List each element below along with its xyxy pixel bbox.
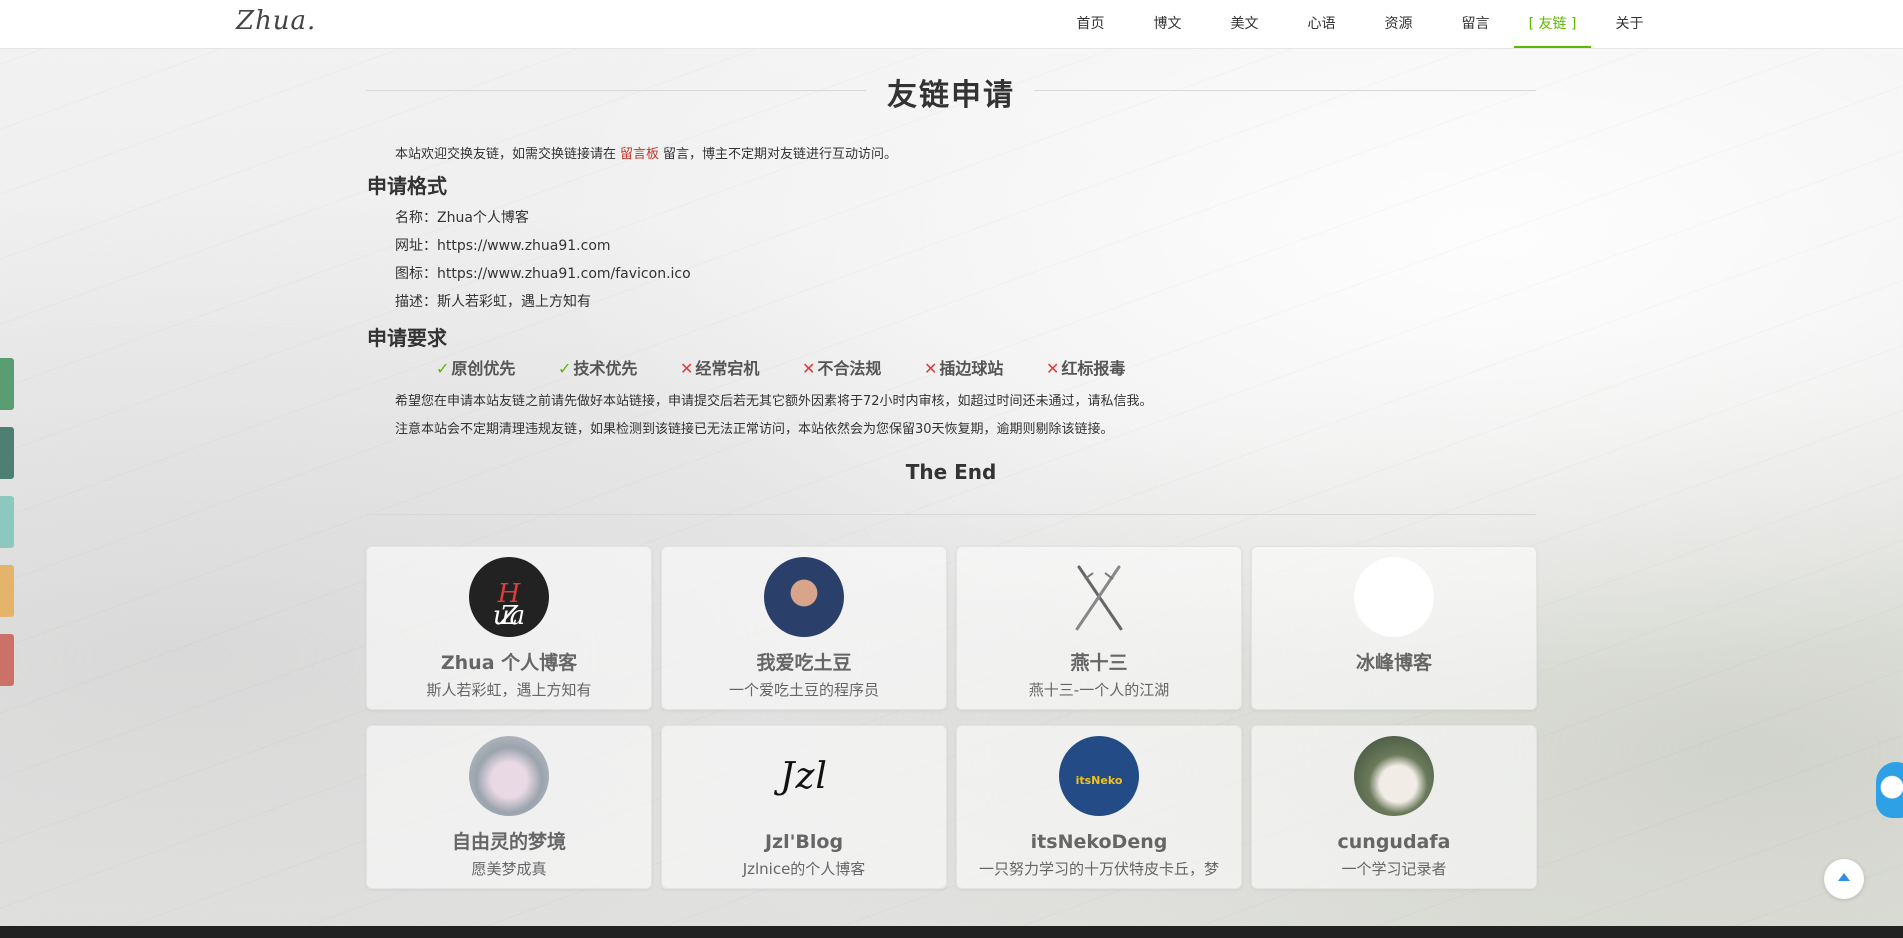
nav-resources[interactable]: 资源: [1360, 0, 1437, 48]
review-note: 希望您在申请本站友链之前请先做好本站链接，申请提交后若无其它额外因素将于72小时…: [395, 394, 1153, 409]
card-name: Zhua 个人博客: [440, 652, 578, 674]
nav-essays[interactable]: 美文: [1206, 0, 1283, 48]
main-nav: 首页 博文 美文 心语 资源 留言 [ 友链 ] 关于: [1052, 0, 1668, 48]
card-name: 燕十三: [1070, 652, 1128, 674]
card-name: 我爱吃土豆: [756, 652, 852, 674]
card-name: itsNekoDeng: [1030, 831, 1168, 853]
card-desc: 一只努力学习的十万伏特皮卡丘，梦: [978, 860, 1219, 878]
page-title: 友链申请: [887, 78, 1015, 113]
friend-card[interactable]: itsNeko itsNekoDeng 一只努力学习的十万伏特皮卡丘，梦: [956, 725, 1242, 889]
format-url: 网址：https://www.zhua91.com: [395, 232, 1536, 260]
requirement-item: ✕ 插边球站: [924, 356, 1046, 382]
side-tab-1[interactable]: [0, 358, 14, 410]
zhua-logo-avatar: Z Hua: [469, 557, 549, 637]
format-value: 斯人若彩虹，遇上方知有: [437, 294, 591, 310]
end-divider: [366, 514, 1536, 515]
format-value: https://www.zhua91.com/favicon.ico: [437, 266, 691, 282]
itsneko-logo-text: itsNeko: [1075, 774, 1123, 787]
format-value: Zhua个人博客: [437, 210, 529, 226]
friend-card[interactable]: cungudafa 一个学习记录者: [1251, 725, 1537, 889]
friend-card[interactable]: 我爱吃土豆 一个爱吃土豆的程序员: [661, 546, 947, 710]
card-desc: 一个学习记录者: [1341, 860, 1447, 878]
format-key: 名称：: [395, 210, 437, 226]
card-name: 冰峰博客: [1355, 652, 1432, 674]
side-tab-5[interactable]: [0, 634, 14, 686]
potato-avatar: [764, 557, 844, 637]
check-icon: ✓: [558, 359, 572, 378]
intro-text: 本站欢迎交换友链，如需交换链接请在 留言板 留言，博主不定期对友链进行互动访问。: [395, 146, 1536, 164]
card-name: 自由灵的梦境: [451, 831, 566, 853]
requirement-label: 经常宕机: [695, 359, 760, 378]
side-tab-2[interactable]: [0, 427, 14, 479]
requirement-item: ✕ 经常宕机: [680, 356, 802, 382]
intro-before: 本站欢迎交换友链，如需交换链接请在: [395, 147, 617, 162]
format-value: https://www.zhua91.com: [437, 238, 611, 254]
anime-avatar: [469, 736, 549, 816]
friend-card[interactable]: 冰峰博客: [1251, 546, 1537, 710]
format-key: 网址：: [395, 238, 437, 254]
requirement-label: 技术优先: [573, 359, 638, 378]
requirement-label: 不合法规: [817, 359, 882, 378]
card-desc: 一个爱吃土豆的程序员: [728, 681, 879, 699]
guestbook-link[interactable]: 留言板: [620, 147, 659, 162]
nav-about[interactable]: 关于: [1591, 0, 1668, 48]
friend-card[interactable]: 自由灵的梦境 愿美梦成真: [366, 725, 652, 889]
requirement-item: ✓ 技术优先: [558, 356, 680, 382]
format-key: 图标：: [395, 266, 437, 282]
card-desc: Jzlnice的个人博客: [742, 860, 866, 878]
requirements-heading: 申请要求: [367, 326, 447, 350]
requirement-label: 原创优先: [451, 359, 516, 378]
title-row: 友链申请: [366, 48, 1536, 132]
friend-card[interactable]: Jzl Jzl'Blog Jzlnice的个人博客: [661, 725, 947, 889]
format-heading: 申请格式: [367, 174, 447, 198]
card-name: cungudafa: [1337, 831, 1451, 853]
check-icon: ✓: [436, 359, 450, 378]
side-tab-4[interactable]: [0, 565, 14, 617]
main-content: 友链申请 本站欢迎交换友链，如需交换链接请在 留言板 留言，博主不定期对友链进行互动…: [366, 48, 1536, 515]
card-desc: 燕十三-一个人的江湖: [1028, 681, 1170, 699]
cross-icon: ✕: [680, 359, 694, 378]
card-desc: 斯人若彩虹，遇上方知有: [426, 681, 592, 699]
back-to-top-button[interactable]: [1824, 859, 1864, 899]
mascot-widget[interactable]: [1876, 762, 1903, 818]
format-desc: 描述：斯人若彩虹，遇上方知有: [395, 288, 1536, 316]
requirement-label: 插边球站: [939, 359, 1004, 378]
friend-card[interactable]: Z Hua Zhua 个人博客 斯人若彩虹，遇上方知有: [366, 546, 652, 710]
nav-mood[interactable]: 心语: [1283, 0, 1360, 48]
site-logo[interactable]: Zhua.: [236, 6, 316, 36]
cross-icon: ✕: [924, 359, 938, 378]
format-icon: 图标：https://www.zhua91.com/favicon.ico: [395, 260, 1536, 288]
cross-icon: ✕: [802, 359, 816, 378]
friend-card[interactable]: 燕十三 燕十三-一个人的江湖: [956, 546, 1242, 710]
nav-articles[interactable]: 博文: [1129, 0, 1206, 48]
blank-avatar: [1354, 557, 1434, 637]
requirement-label: 红标报毒: [1061, 359, 1126, 378]
nav-home[interactable]: 首页: [1052, 0, 1129, 48]
footer-bar: [0, 926, 1903, 938]
crossed-swords-icon: [1059, 557, 1139, 637]
jzl-signature-text: Jzl: [780, 756, 828, 797]
nav-guestbook[interactable]: 留言: [1437, 0, 1514, 48]
requirement-item: ✓ 原创优先: [436, 356, 558, 382]
requirement-item: ✕ 红标报毒: [1046, 356, 1168, 382]
nav-friend-links[interactable]: [ 友链 ]: [1514, 0, 1591, 48]
requirement-item: ✕ 不合法规: [802, 356, 924, 382]
the-end-label: The End: [905, 460, 997, 484]
side-tab-3[interactable]: [0, 496, 14, 548]
top-navbar: Zhua. 首页 博文 美文 心语 资源 留言 [ 友链 ] 关于: [0, 0, 1903, 49]
itsneko-logo-avatar: itsNeko: [1059, 736, 1139, 816]
zhua-logo-text: Z Hua: [492, 579, 526, 631]
requirements-list: ✓ 原创优先 ✓ 技术优先 ✕ 经常宕机 ✕ 不合法规 ✕ 插边球站 ✕ 红标报毒: [436, 356, 1536, 382]
jzl-signature-avatar: Jzl: [764, 736, 844, 816]
cross-icon: ✕: [1046, 359, 1060, 378]
intro-after: 留言，博主不定期对友链进行互动访问。: [663, 147, 898, 162]
card-name: Jzl'Blog: [764, 831, 844, 853]
friend-link-grid: Z Hua Zhua 个人博客 斯人若彩虹，遇上方知有 我爱吃土豆 一个爱吃土豆的…: [366, 546, 1540, 889]
photo-avatar: [1354, 736, 1434, 816]
format-name: 名称：Zhua个人博客: [395, 204, 1536, 232]
cleanup-note: 注意本站会不定期清理违规友链，如果检测到该链接已无法正常访问，本站依然会为您保留…: [395, 422, 1114, 437]
card-desc: 愿美梦成真: [471, 860, 547, 878]
format-key: 描述：: [395, 294, 437, 310]
